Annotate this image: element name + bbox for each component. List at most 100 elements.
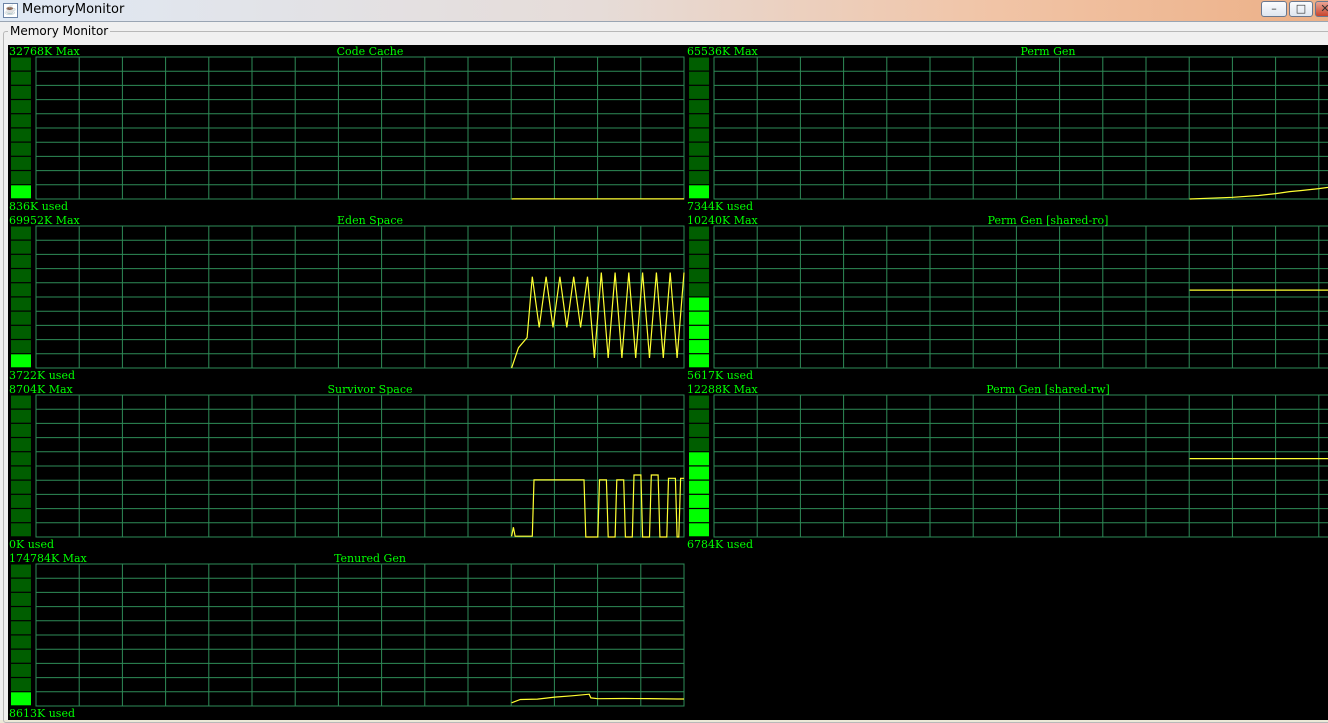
- usage-bar-segment: [689, 269, 709, 282]
- usage-bar-segment: [11, 396, 31, 409]
- chart-title: Survivor Space: [327, 383, 412, 396]
- usage-bar-segment: [11, 171, 31, 184]
- maximize-button[interactable]: □: [1289, 1, 1313, 17]
- usage-bar-segment: [689, 340, 709, 353]
- usage-bar-segment: [689, 143, 709, 156]
- usage-bar-segment: [11, 424, 31, 437]
- usage-bar-segment: [689, 185, 709, 198]
- used-label: 7344K used: [687, 200, 753, 213]
- panel-title: Memory Monitor: [8, 24, 110, 38]
- usage-bar-segment: [11, 114, 31, 127]
- memory-chart-7: 174784K Max Tenured Gen 8613K used: [9, 552, 684, 720]
- window-titlebar: ☕ MemoryMonitor – □ ✕: [0, 0, 1328, 22]
- usage-bar-segment: [689, 100, 709, 113]
- used-label: 8613K used: [9, 707, 75, 720]
- chart-title: Perm Gen: [1021, 45, 1076, 58]
- usage-bar-segment: [11, 241, 31, 254]
- usage-bar-segment: [11, 255, 31, 268]
- usage-bar-segment: [689, 509, 709, 522]
- chart-title: Perm Gen [shared-ro]: [988, 214, 1109, 227]
- usage-bar-segment: [689, 467, 709, 480]
- usage-bar-segment: [689, 312, 709, 325]
- max-label: 65536K Max: [687, 45, 759, 58]
- usage-bar-segment: [11, 86, 31, 99]
- usage-bar-segment: [689, 481, 709, 494]
- usage-bar-segment: [11, 481, 31, 494]
- usage-bar-segment: [689, 72, 709, 85]
- used-label: 3722K used: [9, 369, 75, 382]
- memory-chart-1: 32768K MaxCode Cache836K used: [9, 45, 684, 213]
- memory-chart-6: 12288K Max Perm Gen [shared-rw] 6784K used: [687, 383, 1328, 551]
- usage-bar-segment: [11, 312, 31, 325]
- usage-bar-segment: [689, 129, 709, 142]
- usage-bar-segment: [11, 621, 31, 634]
- window-title: MemoryMonitor: [22, 2, 124, 17]
- chart-title: Tenured Gen: [334, 552, 406, 565]
- usage-bar-segment: [689, 283, 709, 296]
- usage-bar-segment: [11, 72, 31, 85]
- max-label: 12288K Max: [687, 383, 759, 396]
- max-label: 10240K Max: [687, 214, 759, 227]
- usage-bar-segment: [11, 664, 31, 677]
- usage-bar-segment: [689, 227, 709, 240]
- usage-bar-segment: [11, 438, 31, 451]
- usage-bar-segment: [11, 692, 31, 705]
- usage-bar-segment: [11, 495, 31, 508]
- usage-bar-segment: [11, 650, 31, 663]
- close-button[interactable]: ✕: [1315, 1, 1328, 17]
- usage-bar-segment: [689, 452, 709, 465]
- usage-bar-segment: [11, 283, 31, 296]
- usage-bar-segment: [11, 157, 31, 170]
- usage-bar-segment: [11, 579, 31, 592]
- max-label: 174784K Max: [9, 552, 88, 565]
- usage-bar-segment: [11, 509, 31, 522]
- memory-chart-4: 10240K Max Perm Gen [shared-ro] 5617K used: [687, 214, 1328, 382]
- usage-bar-segment: [11, 326, 31, 339]
- usage-bar-segment: [689, 255, 709, 268]
- used-label: 6784K used: [687, 538, 753, 551]
- usage-bar-segment: [11, 100, 31, 113]
- max-label: 8704K Max: [9, 383, 74, 396]
- usage-bar-segment: [689, 326, 709, 339]
- usage-bar-segment: [11, 269, 31, 282]
- memory-monitor-canvas: 32768K MaxCode Cache836K used65536K MaxP…: [8, 45, 1328, 720]
- usage-bar-segment: [11, 185, 31, 198]
- usage-bar-segment: [689, 114, 709, 127]
- used-label: 0K used: [9, 538, 54, 551]
- usage-bar-segment: [11, 523, 31, 536]
- usage-bar-segment: [11, 452, 31, 465]
- used-label: 836K used: [9, 200, 68, 213]
- usage-bar-segment: [689, 86, 709, 99]
- usage-bar-segment: [11, 565, 31, 578]
- usage-bar-segment: [11, 143, 31, 156]
- usage-bar-segment: [11, 467, 31, 480]
- chart-title: Perm Gen [shared-rw]: [986, 383, 1110, 396]
- usage-history-line: [1190, 183, 1328, 199]
- chart-title: Code Cache: [337, 45, 404, 58]
- usage-bar-segment: [689, 58, 709, 71]
- usage-bar-segment: [689, 410, 709, 423]
- max-label: 69952K Max: [9, 214, 81, 227]
- usage-bar-segment: [11, 129, 31, 142]
- usage-bar-segment: [689, 171, 709, 184]
- usage-bar-segment: [689, 298, 709, 311]
- used-label: 5617K used: [687, 369, 753, 382]
- usage-bar-segment: [689, 438, 709, 451]
- usage-bar-segment: [689, 424, 709, 437]
- minimize-button[interactable]: –: [1261, 1, 1287, 17]
- usage-bar-segment: [11, 227, 31, 240]
- java-cup-icon: ☕: [3, 3, 18, 18]
- usage-bar-segment: [689, 241, 709, 254]
- usage-bar-segment: [689, 396, 709, 409]
- usage-bar-segment: [689, 523, 709, 536]
- chart-title: Eden Space: [337, 214, 403, 227]
- memory-charts: 32768K MaxCode Cache836K used65536K MaxP…: [8, 45, 1328, 720]
- usage-bar-segment: [11, 58, 31, 71]
- usage-bar-segment: [11, 607, 31, 620]
- memory-chart-5: 8704K Max Survivor Space 0K used: [9, 383, 684, 551]
- usage-bar-segment: [11, 410, 31, 423]
- usage-bar-segment: [689, 157, 709, 170]
- usage-bar-segment: [11, 678, 31, 691]
- usage-bar-segment: [11, 340, 31, 353]
- usage-bar-segment: [11, 593, 31, 606]
